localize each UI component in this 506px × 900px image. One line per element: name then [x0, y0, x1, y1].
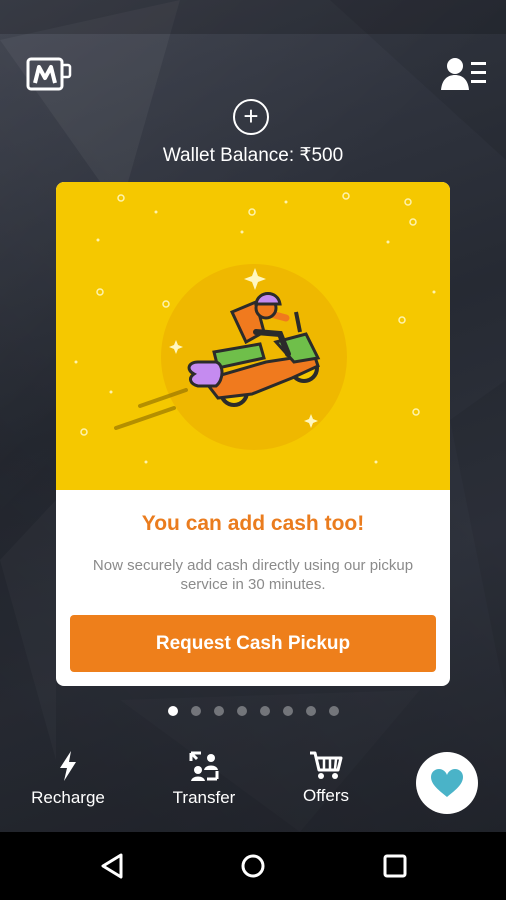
lightning-icon: [60, 751, 76, 781]
request-cash-pickup-button[interactable]: Request Cash Pickup: [70, 615, 436, 672]
profile-menu-icon[interactable]: [440, 54, 488, 92]
status-bar: [0, 0, 506, 34]
carousel-dot[interactable]: [260, 706, 270, 716]
back-icon[interactable]: [99, 852, 125, 880]
heart-icon: [431, 769, 463, 797]
promo-description: Now securely add cash directly using our…: [92, 557, 414, 593]
transfer-icon: [189, 751, 219, 781]
delivery-scooter-icon: [114, 292, 321, 430]
mobikwik-logo-icon[interactable]: [26, 56, 72, 92]
carousel-dot[interactable]: [214, 706, 224, 716]
nav-label: Transfer: [172, 788, 236, 807]
nav-label: Recharge: [31, 788, 105, 807]
carousel-dot[interactable]: [306, 706, 316, 716]
nav-transfer[interactable]: Transfer: [160, 750, 248, 808]
nav-offers[interactable]: Offers: [286, 750, 366, 806]
nav-recharge[interactable]: Recharge: [22, 750, 114, 808]
promo-hero: [56, 182, 450, 490]
carousel-dot[interactable]: [283, 706, 293, 716]
system-navigation-bar: [0, 832, 506, 900]
wallet-balance: Wallet Balance: ₹500: [162, 145, 344, 166]
home-icon[interactable]: [240, 852, 266, 880]
cart-icon: [310, 751, 343, 779]
recents-icon[interactable]: [382, 852, 408, 880]
carousel-dot[interactable]: [191, 706, 201, 716]
carousel-dot[interactable]: [168, 706, 178, 716]
add-money-button[interactable]: +: [233, 99, 269, 135]
promo-card[interactable]: You can add cash too! Now securely add c…: [56, 182, 450, 686]
nav-label: Offers: [303, 786, 349, 805]
carousel-dot[interactable]: [237, 706, 247, 716]
carousel-dot[interactable]: [329, 706, 339, 716]
promo-title: You can add cash too!: [141, 512, 365, 535]
favorites-button[interactable]: [416, 752, 478, 814]
